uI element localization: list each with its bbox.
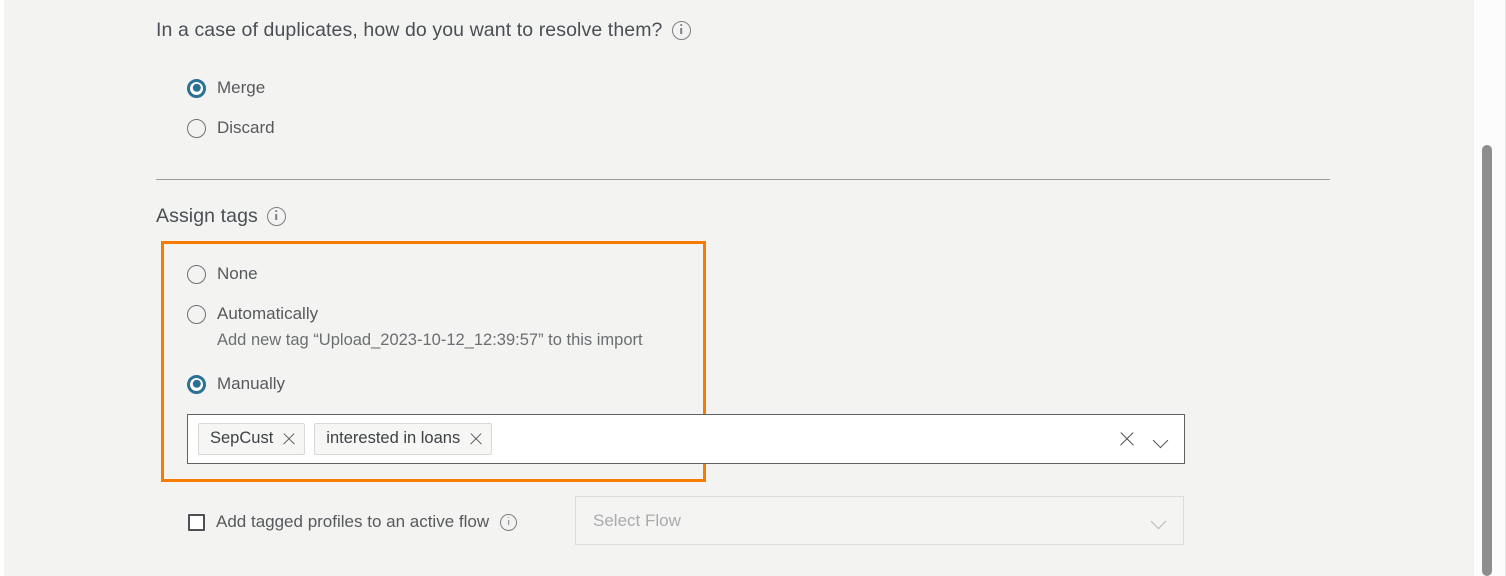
info-icon[interactable] bbox=[671, 21, 691, 40]
scrollbar-thumb[interactable] bbox=[1482, 145, 1492, 576]
info-icon[interactable] bbox=[266, 207, 286, 226]
active-flow-label: Add tagged profiles to an active flow bbox=[216, 512, 490, 531]
vertical-scrollbar[interactable] bbox=[1473, 0, 1506, 576]
tag-chip[interactable]: SepCust bbox=[198, 423, 306, 455]
radio-label: Merge bbox=[217, 78, 266, 97]
select-flow-placeholder: Select Flow bbox=[593, 510, 681, 530]
tag-multiselect[interactable]: SepCust interested in loans bbox=[187, 414, 1185, 464]
settings-panel: In a case of duplicates, how do you want… bbox=[0, 0, 1506, 576]
clear-tags-icon[interactable] bbox=[1119, 431, 1135, 447]
radio-indicator[interactable] bbox=[187, 304, 206, 324]
duplicates-question: In a case of duplicates, how do you want… bbox=[156, 19, 691, 42]
radio-tags-automatically[interactable]: Automatically bbox=[187, 304, 318, 324]
tag-chip-label: SepCust bbox=[210, 429, 274, 447]
tag-field-actions bbox=[1119, 431, 1176, 447]
radio-indicator[interactable] bbox=[187, 374, 206, 394]
radio-indicator[interactable] bbox=[187, 78, 206, 98]
radio-label: Automatically bbox=[217, 304, 319, 323]
radio-tags-manually[interactable]: Manually bbox=[187, 374, 285, 394]
chevron-down-icon[interactable] bbox=[1152, 516, 1167, 525]
radio-indicator[interactable] bbox=[187, 118, 206, 138]
tag-chip[interactable]: interested in loans bbox=[314, 423, 493, 455]
chevron-down-icon[interactable] bbox=[1154, 435, 1169, 444]
tag-chip-label: interested in loans bbox=[326, 429, 461, 447]
tag-chip-list: SepCust interested in loans bbox=[198, 423, 1119, 455]
active-flow-checkbox[interactable] bbox=[188, 513, 205, 531]
radio-discard[interactable]: Discard bbox=[187, 118, 275, 138]
assign-tags-heading: Assign tags bbox=[156, 205, 286, 228]
assign-tags-label: Assign tags bbox=[156, 205, 258, 227]
automatic-tag-note: Add new tag “Upload_2023-10-12_12:39:57”… bbox=[217, 331, 643, 349]
radio-label: Discard bbox=[217, 118, 275, 137]
active-flow-checkbox-row[interactable]: Add tagged profiles to an active flow bbox=[188, 512, 518, 532]
radio-merge[interactable]: Merge bbox=[187, 78, 265, 98]
radio-label: None bbox=[217, 264, 258, 283]
radio-label: Manually bbox=[217, 374, 286, 393]
select-flow-dropdown[interactable]: Select Flow bbox=[575, 496, 1184, 545]
close-icon[interactable] bbox=[282, 432, 295, 445]
radio-tags-none[interactable]: None bbox=[187, 264, 258, 284]
duplicates-question-label: In a case of duplicates, how do you want… bbox=[156, 19, 663, 41]
section-divider bbox=[156, 179, 1330, 180]
info-icon[interactable] bbox=[500, 513, 518, 531]
radio-indicator[interactable] bbox=[187, 264, 206, 284]
close-icon[interactable] bbox=[469, 432, 482, 445]
